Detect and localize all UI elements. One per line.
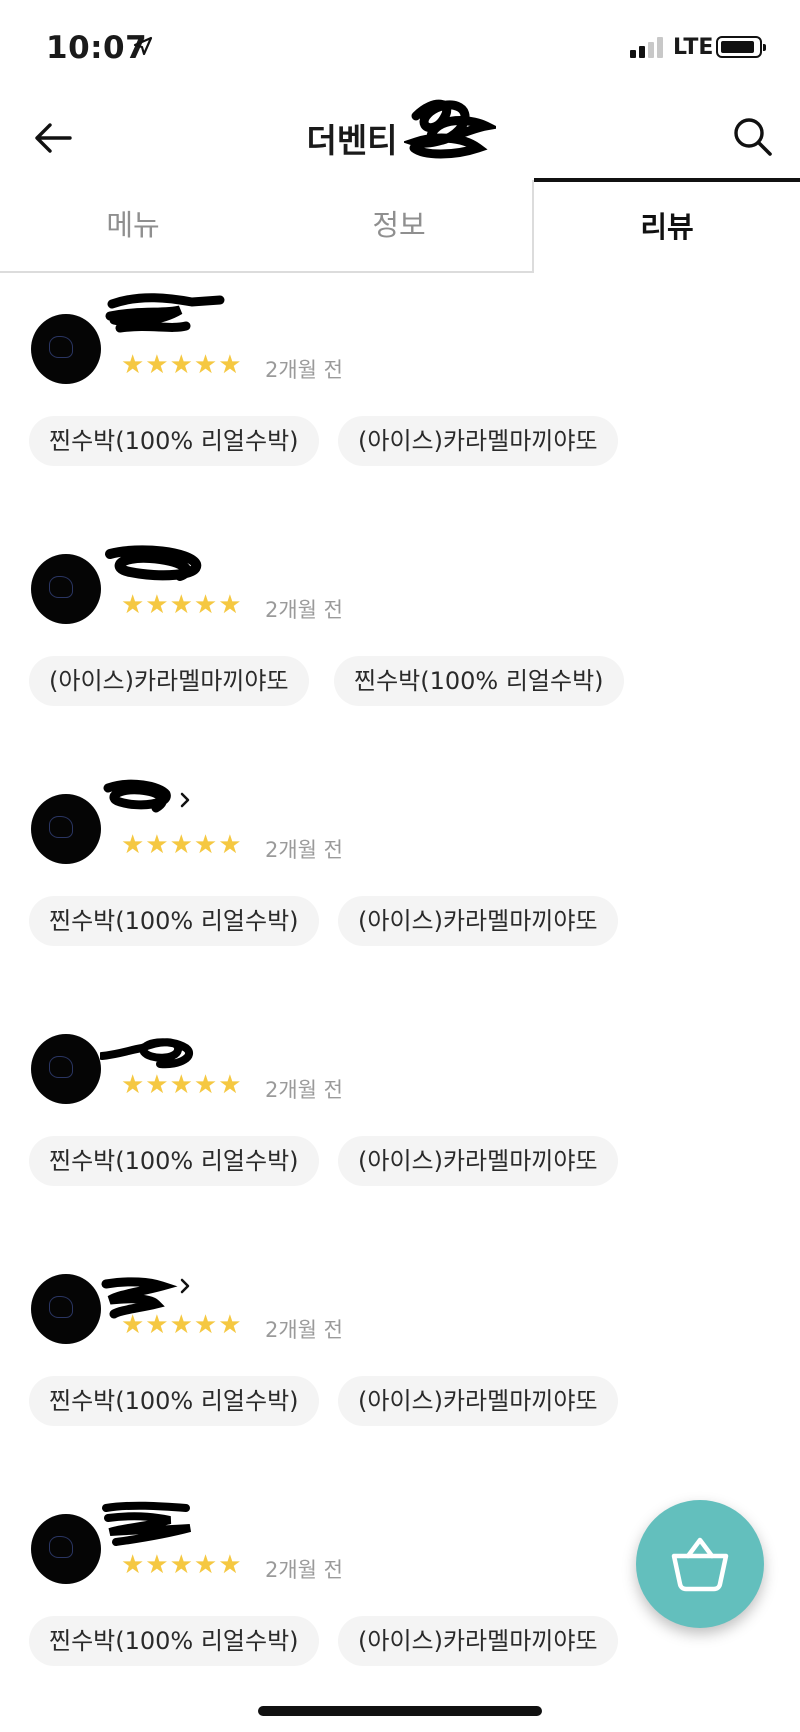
menu-chip[interactable]: (아이스)카라멜마끼야또 — [29, 656, 309, 706]
menu-chip[interactable]: (아이스)카라멜마끼야또 — [338, 416, 618, 466]
menu-chip[interactable]: (아이스)카라멜마끼야또 — [338, 896, 618, 946]
star-rating: ★★★★★ — [121, 830, 243, 860]
review-item: ★★★★★ 2개월 전 (아이스)카라멜마끼야또 찐수박(100% 리얼수박) — [0, 520, 800, 730]
review-date: 2개월 전 — [265, 1318, 343, 1342]
location-arrow-icon — [133, 36, 153, 56]
redacted-name — [105, 545, 202, 581]
cart-button[interactable] — [636, 1500, 764, 1628]
page-title-text: 더벤티 — [306, 121, 398, 160]
review-date: 2개월 전 — [265, 1558, 343, 1582]
avatar[interactable] — [31, 1274, 101, 1344]
star-rating: ★★★★★ — [121, 590, 243, 620]
review-item: ★★★★★ 2개월 전 찐수박(100% 리얼수박) (아이스)카라멜마끼야또 — [0, 280, 800, 490]
star-rating: ★★★★★ — [121, 1310, 243, 1340]
menu-chip[interactable]: 찐수박(100% 리얼수박) — [29, 1616, 319, 1666]
tab-divider — [0, 271, 534, 273]
tab-info[interactable]: 정보 — [266, 178, 532, 272]
menu-chip[interactable]: 찐수박(100% 리얼수박) — [29, 896, 319, 946]
review-item: ★★★★★ 2개월 전 찐수박(100% 리얼수박) (아이스)카라멜마끼야또 — [0, 1000, 800, 1210]
star-rating: ★★★★★ — [121, 350, 243, 380]
tab-divider-vertical — [532, 180, 534, 272]
home-indicator — [258, 1706, 542, 1716]
status-bar: 10:07 LTE — [0, 0, 800, 96]
review-date: 2개월 전 — [265, 358, 343, 382]
tab-bar: 메뉴 정보 리뷰 — [0, 178, 800, 272]
avatar[interactable] — [31, 314, 101, 384]
star-rating: ★★★★★ — [121, 1070, 243, 1100]
header: 더벤티 — [0, 96, 800, 180]
menu-chip[interactable]: (아이스)카라멜마끼야또 — [338, 1616, 618, 1666]
search-icon — [734, 118, 772, 156]
battery-icon — [716, 36, 766, 58]
menu-chip[interactable]: (아이스)카라멜마끼야또 — [338, 1376, 618, 1426]
menu-chip[interactable]: 찐수박(100% 리얼수박) — [29, 1136, 319, 1186]
menu-chip[interactable]: (아이스)카라멜마끼야또 — [338, 1136, 618, 1186]
basket-icon — [671, 1537, 729, 1592]
avatar[interactable] — [31, 794, 101, 864]
signal-icon — [630, 36, 663, 58]
redacted-name — [102, 1501, 192, 1546]
review-date: 2개월 전 — [265, 1078, 343, 1102]
review-date: 2개월 전 — [265, 838, 343, 862]
avatar[interactable] — [31, 1034, 101, 1104]
redaction-scribble — [404, 99, 496, 159]
page-title: 더벤티 — [0, 114, 800, 162]
review-date: 2개월 전 — [265, 598, 343, 622]
redacted-name — [103, 779, 190, 813]
avatar[interactable] — [31, 1514, 101, 1584]
review-item: ★★★★★ 2개월 전 찐수박(100% 리얼수박) (아이스)카라멜마끼야또 — [0, 1240, 800, 1450]
search-button[interactable] — [728, 112, 778, 162]
tab-menu[interactable]: 메뉴 — [0, 178, 266, 272]
network-label: LTE — [673, 35, 714, 60]
menu-chip[interactable]: 찐수박(100% 리얼수박) — [334, 656, 624, 706]
status-time: 10:07 — [46, 30, 148, 66]
star-rating: ★★★★★ — [121, 1550, 243, 1580]
menu-chip[interactable]: 찐수박(100% 리얼수박) — [29, 1376, 319, 1426]
redacted-name — [105, 293, 225, 333]
avatar[interactable] — [31, 554, 101, 624]
review-item: ★★★★★ 2개월 전 찐수박(100% 리얼수박) (아이스)카라멜마끼야또 — [0, 760, 800, 970]
tab-review[interactable]: 리뷰 — [534, 178, 800, 272]
menu-chip[interactable]: 찐수박(100% 리얼수박) — [29, 416, 319, 466]
